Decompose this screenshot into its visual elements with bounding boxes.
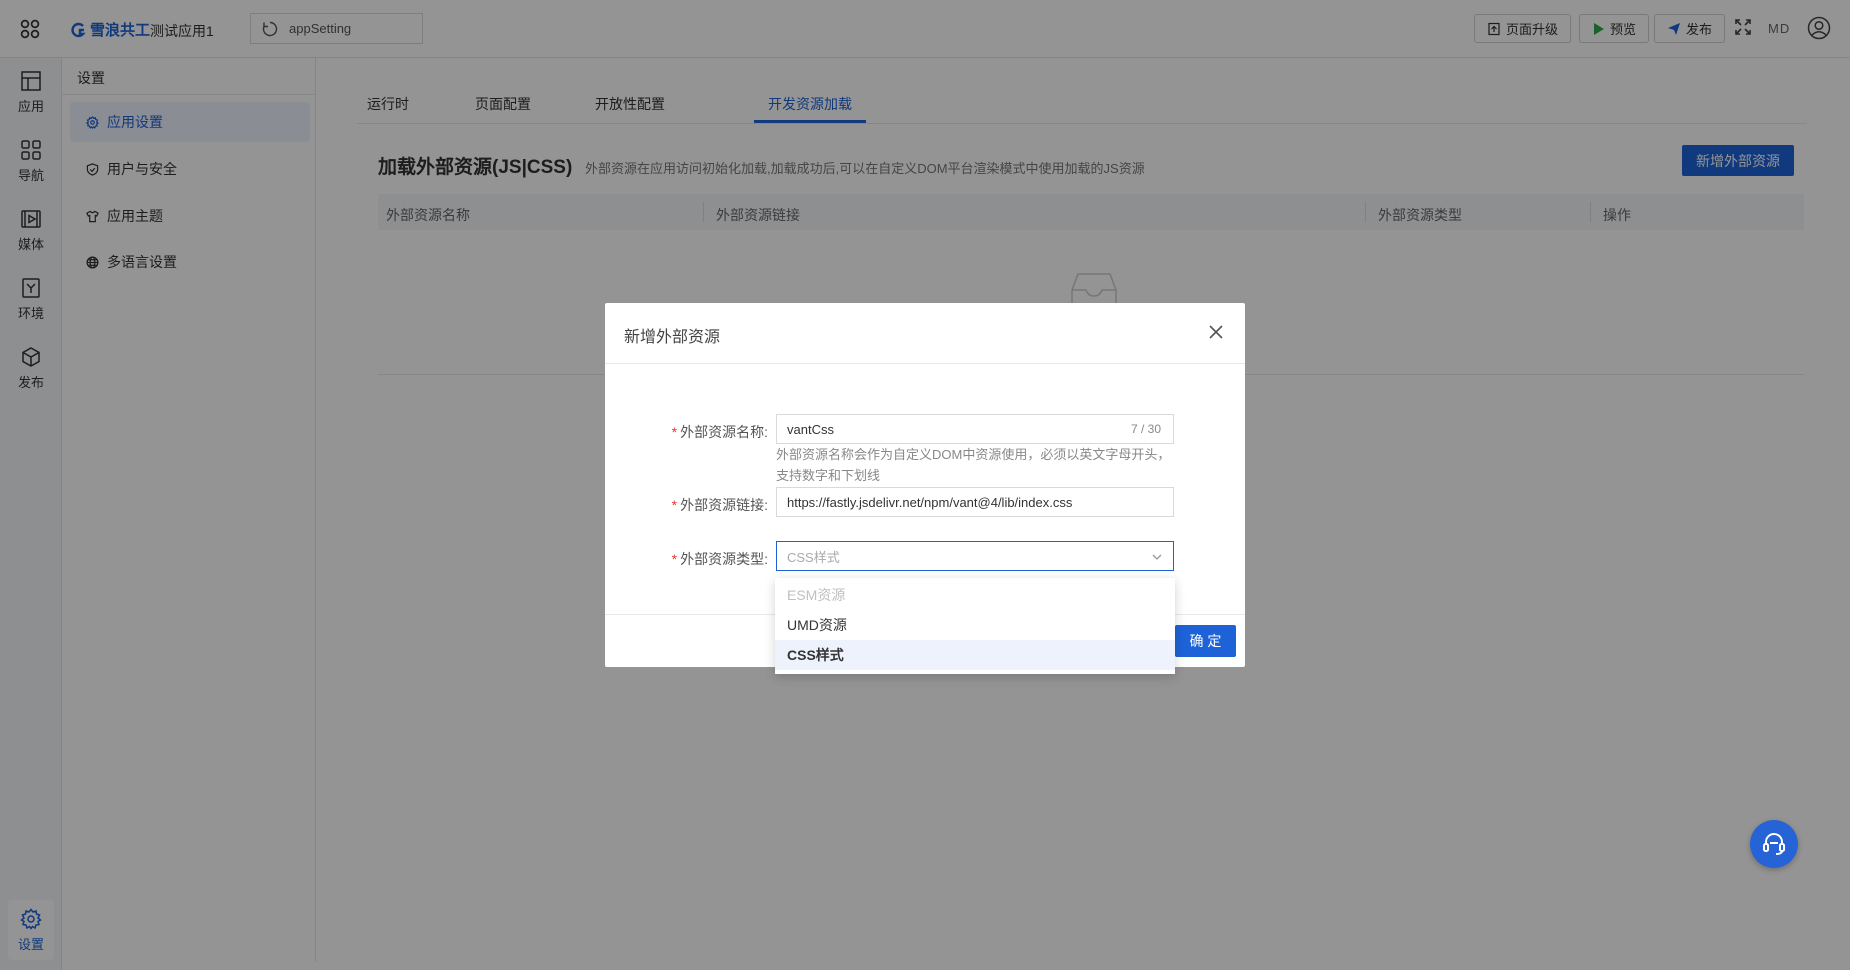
confirm-button[interactable]: 确 定	[1175, 625, 1236, 657]
type-label-text: 外部资源类型:	[680, 551, 768, 567]
option-umd[interactable]: UMD资源	[775, 610, 1175, 640]
name-label-text: 外部资源名称:	[680, 424, 768, 440]
headset-icon	[1763, 833, 1785, 855]
modal-header-divider	[605, 363, 1245, 364]
char-counter: 7 / 30	[1130, 422, 1161, 436]
resource-link-input[interactable]: https://fastly.jsdelivr.net/npm/vant@4/l…	[776, 487, 1174, 517]
required-mark: *	[671, 424, 678, 440]
resource-type-select[interactable]: CSS样式	[776, 541, 1174, 571]
link-label-text: 外部资源链接:	[680, 497, 768, 513]
option-esm: ESM资源	[787, 587, 846, 603]
resource-name-hint: 外部资源名称会作为自定义DOM中资源使用，必须以英文字母开头，支持数字和下划线	[776, 447, 1171, 483]
close-icon[interactable]	[1209, 325, 1223, 339]
resource-name-value: vantCss	[787, 421, 834, 437]
chevron-down-icon	[1152, 554, 1162, 560]
help-assistant-button[interactable]	[1750, 820, 1798, 868]
resource-link-value: https://fastly.jsdelivr.net/npm/vant@4/l…	[787, 494, 1073, 510]
type-field-label: * 外部资源类型:	[625, 549, 768, 569]
resource-type-value: CSS样式	[787, 549, 840, 565]
link-field-label: * 外部资源链接:	[625, 495, 768, 515]
required-mark: *	[671, 497, 678, 513]
modal-title: 新增外部资源	[624, 329, 721, 346]
resource-type-dropdown: ESM资源 UMD资源 CSS样式	[775, 578, 1175, 674]
resource-name-input[interactable]: vantCss 7 / 30	[776, 414, 1174, 444]
required-mark: *	[671, 551, 678, 567]
option-css[interactable]: CSS样式	[775, 640, 1175, 670]
name-field-label: * 外部资源名称:	[625, 422, 768, 442]
